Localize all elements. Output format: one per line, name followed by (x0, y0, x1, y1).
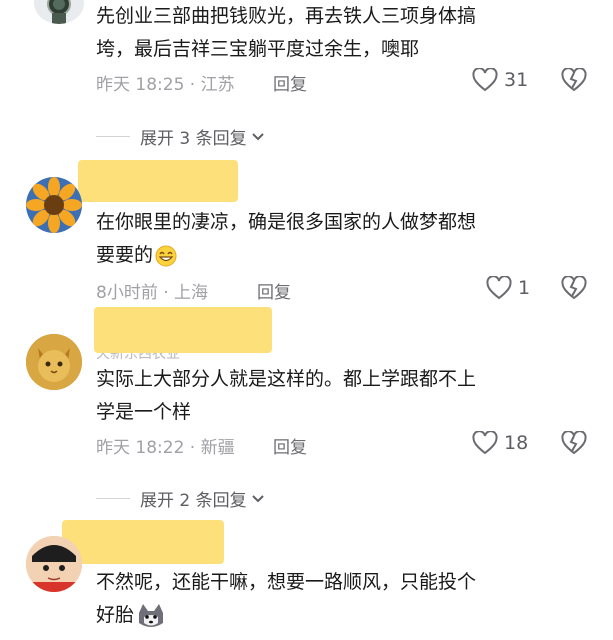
like-count: 1 (518, 277, 531, 299)
like-count: 18 (504, 432, 529, 454)
chevron-down-icon (251, 494, 264, 502)
comment-meta: 8小时前 · 上海 (96, 283, 209, 303)
comment-text-line: 实际上大部分人就是这样的。都上学跟都不上 (96, 368, 477, 390)
avatar-sunflower[interactable] (26, 177, 82, 233)
expand-replies-button[interactable]: 展开 3 条回复 (96, 124, 265, 149)
comment-text-fragment: 好胎 (96, 604, 135, 626)
dislike-button[interactable] (561, 430, 587, 459)
avatar-cat[interactable] (26, 334, 82, 390)
expand-replies-button[interactable]: 展开 2 条回复 (96, 486, 265, 511)
redacted-username (94, 307, 272, 353)
comment-text-line: 要要的 (96, 239, 177, 271)
comment-meta: 昨天 18:25 · 江苏 (96, 75, 235, 95)
expand-replies-label: 展开 3 条回复 (140, 129, 247, 149)
heart-outline-icon (486, 276, 512, 300)
avatar-cartoon[interactable] (26, 536, 82, 592)
comment-text-line: 好胎 (96, 599, 166, 631)
like-count: 31 (504, 69, 529, 91)
husky-emoji-icon (139, 603, 164, 627)
expander-divider (96, 498, 130, 499)
golden-cat-avatar-icon (26, 334, 82, 390)
dislike-button[interactable] (561, 275, 587, 304)
watch-avatar-icon (47, 0, 71, 24)
comment-text-fragment: 要要的 (96, 244, 154, 266)
expand-replies-label: 展开 2 条回复 (140, 491, 247, 511)
broken-heart-icon (561, 275, 587, 300)
reply-button[interactable]: 回复 (273, 70, 307, 95)
heart-outline-icon (472, 68, 498, 92)
heart-outline-icon (472, 431, 498, 455)
chevron-down-icon (251, 132, 264, 140)
reply-button[interactable]: 回复 (257, 278, 291, 303)
comment-text-line: 不然呢，还能干嘛，想要一路顺风，只能投个 (96, 571, 477, 593)
like-button[interactable]: 31 (472, 68, 528, 92)
grin-emoji-icon (155, 245, 177, 266)
reply-button[interactable]: 回复 (273, 433, 307, 458)
broken-heart-icon (561, 67, 587, 92)
avatar-watch[interactable] (34, 0, 84, 24)
comment-text-line: 学是一个样 (96, 401, 192, 423)
sunflower-avatar-icon (26, 177, 82, 233)
comment-text-line: 先创业三部曲把钱败光，再去铁人三项身体搞 (96, 5, 477, 27)
cartoon-boy-avatar-icon (26, 536, 82, 592)
comment-meta: 昨天 18:22 · 新疆 (96, 438, 235, 458)
like-button[interactable]: 18 (472, 431, 528, 455)
broken-heart-icon (561, 430, 587, 455)
like-button[interactable]: 1 (486, 276, 530, 300)
comment-text-line: 在你眼里的凄凉，确是很多国家的人做梦都想 (96, 211, 477, 233)
comment-text-line: 垮，最后吉祥三宝躺平度过余生，噢耶 (96, 38, 420, 60)
redacted-username (62, 520, 224, 564)
redacted-username (78, 160, 238, 202)
dislike-button[interactable] (561, 67, 587, 96)
expander-divider (96, 136, 130, 137)
